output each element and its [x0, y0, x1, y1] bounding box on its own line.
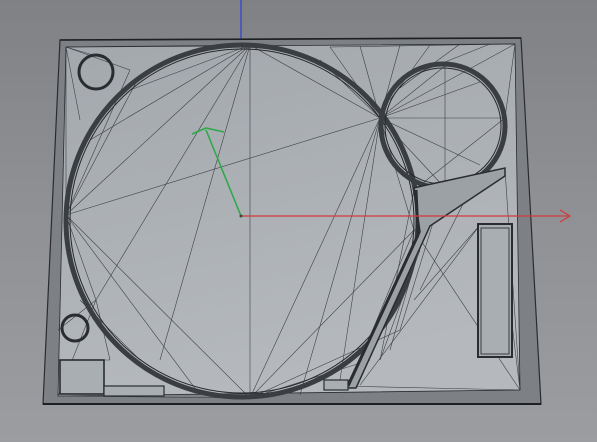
right-rect-slot — [477, 223, 513, 358]
bottom-tiny-rect — [323, 379, 349, 391]
viewport-canvas[interactable] — [0, 0, 597, 442]
3d-viewport[interactable] — [0, 0, 597, 442]
mesh-model[interactable] — [42, 37, 542, 405]
bottom-left-rect-slot — [59, 359, 105, 395]
plate-top-face — [57, 43, 521, 397]
axis-origin — [239, 214, 243, 218]
bottom-small-slot — [103, 385, 165, 397]
